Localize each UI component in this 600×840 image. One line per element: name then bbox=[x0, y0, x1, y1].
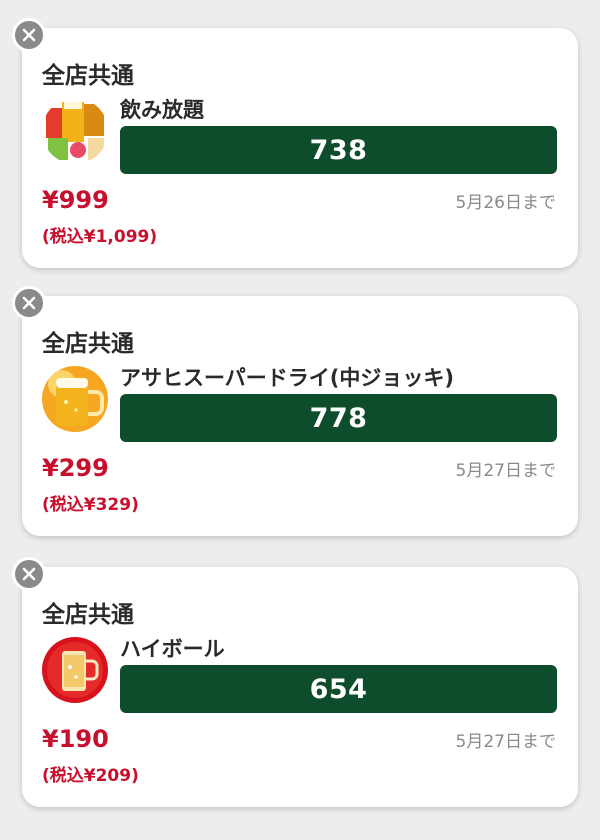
coupon-code: 738 bbox=[120, 126, 557, 174]
price-tax-included: (税込¥1,099) bbox=[42, 227, 158, 247]
close-icon bbox=[22, 296, 36, 310]
coupon-card[interactable]: 全店共通 ハイボール 654 ¥190 (税込¥209) 5月27日まで bbox=[12, 557, 578, 807]
coupon-scope: 全店共通 bbox=[42, 602, 134, 628]
price: ¥190 bbox=[42, 725, 109, 753]
close-button[interactable] bbox=[12, 286, 46, 320]
coupon-scope: 全店共通 bbox=[42, 331, 134, 357]
close-button[interactable] bbox=[12, 557, 46, 591]
highball-glass-icon bbox=[42, 637, 108, 703]
close-icon bbox=[22, 28, 36, 42]
coupon-card[interactable]: 全店共通 アサヒスーパードライ(中ジョッキ) 778 ¥299 (税込¥329)… bbox=[12, 286, 578, 536]
coupon-scope: 全店共通 bbox=[42, 63, 134, 89]
price: ¥999 bbox=[42, 186, 109, 214]
drinks-assortment-icon bbox=[42, 98, 108, 164]
coupon-code: 778 bbox=[120, 394, 557, 442]
expiry-date: 5月27日まで bbox=[455, 732, 556, 752]
expiry-date: 5月26日まで bbox=[455, 193, 556, 213]
price-tax-included: (税込¥329) bbox=[42, 495, 139, 515]
price: ¥299 bbox=[42, 454, 109, 482]
product-name: ハイボール bbox=[120, 637, 225, 661]
coupon-card[interactable]: 全店共通 飲み放題 738 ¥999 (税込¥1,099) 5月26日まで bbox=[12, 18, 578, 268]
coupon-code: 654 bbox=[120, 665, 557, 713]
product-name: アサヒスーパードライ(中ジョッキ) bbox=[120, 366, 454, 390]
expiry-date: 5月27日まで bbox=[455, 461, 556, 481]
close-icon bbox=[22, 567, 36, 581]
close-button[interactable] bbox=[12, 18, 46, 52]
beer-mug-icon bbox=[42, 366, 108, 432]
product-name: 飲み放題 bbox=[120, 98, 204, 122]
price-tax-included: (税込¥209) bbox=[42, 766, 139, 786]
